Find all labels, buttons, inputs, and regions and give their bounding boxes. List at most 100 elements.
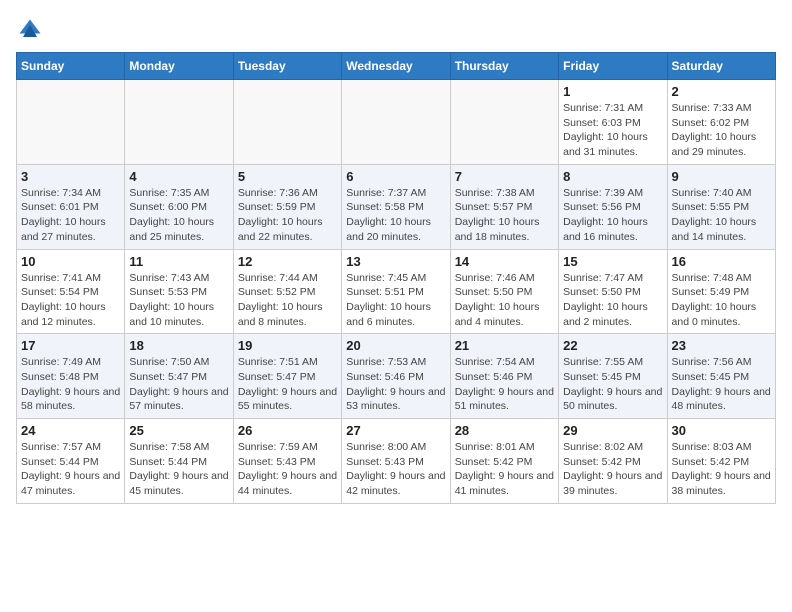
day-info: Sunrise: 7:34 AMSunset: 6:01 PMDaylight:… (21, 186, 120, 245)
calendar-cell: 26 Sunrise: 7:59 AMSunset: 5:43 PMDaylig… (233, 419, 341, 504)
calendar-cell: 13 Sunrise: 7:45 AMSunset: 5:51 PMDaylig… (342, 249, 450, 334)
weekday-header: Wednesday (342, 53, 450, 80)
calendar-cell: 8 Sunrise: 7:39 AMSunset: 5:56 PMDayligh… (559, 164, 667, 249)
day-info: Sunrise: 7:59 AMSunset: 5:43 PMDaylight:… (238, 440, 337, 499)
weekday-header: Tuesday (233, 53, 341, 80)
calendar-week-row: 17 Sunrise: 7:49 AMSunset: 5:48 PMDaylig… (17, 334, 776, 419)
day-number: 17 (21, 338, 120, 353)
calendar-cell: 6 Sunrise: 7:37 AMSunset: 5:58 PMDayligh… (342, 164, 450, 249)
day-info: Sunrise: 8:02 AMSunset: 5:42 PMDaylight:… (563, 440, 662, 499)
calendar-cell: 24 Sunrise: 7:57 AMSunset: 5:44 PMDaylig… (17, 419, 125, 504)
calendar-cell (233, 80, 341, 165)
weekday-header: Sunday (17, 53, 125, 80)
day-info: Sunrise: 7:33 AMSunset: 6:02 PMDaylight:… (672, 101, 771, 160)
day-info: Sunrise: 7:58 AMSunset: 5:44 PMDaylight:… (129, 440, 228, 499)
calendar-cell: 10 Sunrise: 7:41 AMSunset: 5:54 PMDaylig… (17, 249, 125, 334)
calendar-cell: 5 Sunrise: 7:36 AMSunset: 5:59 PMDayligh… (233, 164, 341, 249)
day-info: Sunrise: 7:36 AMSunset: 5:59 PMDaylight:… (238, 186, 337, 245)
day-number: 6 (346, 169, 445, 184)
calendar-cell: 23 Sunrise: 7:56 AMSunset: 5:45 PMDaylig… (667, 334, 775, 419)
day-info: Sunrise: 7:46 AMSunset: 5:50 PMDaylight:… (455, 271, 554, 330)
calendar-cell (125, 80, 233, 165)
calendar-cell: 22 Sunrise: 7:55 AMSunset: 5:45 PMDaylig… (559, 334, 667, 419)
day-info: Sunrise: 7:55 AMSunset: 5:45 PMDaylight:… (563, 355, 662, 414)
day-number: 24 (21, 423, 120, 438)
weekday-header: Saturday (667, 53, 775, 80)
day-info: Sunrise: 7:38 AMSunset: 5:57 PMDaylight:… (455, 186, 554, 245)
calendar-table: SundayMondayTuesdayWednesdayThursdayFrid… (16, 52, 776, 504)
day-info: Sunrise: 7:41 AMSunset: 5:54 PMDaylight:… (21, 271, 120, 330)
day-number: 29 (563, 423, 662, 438)
day-number: 10 (21, 254, 120, 269)
calendar-cell (342, 80, 450, 165)
day-info: Sunrise: 7:47 AMSunset: 5:50 PMDaylight:… (563, 271, 662, 330)
day-number: 27 (346, 423, 445, 438)
day-number: 15 (563, 254, 662, 269)
day-number: 1 (563, 84, 662, 99)
calendar-cell: 30 Sunrise: 8:03 AMSunset: 5:42 PMDaylig… (667, 419, 775, 504)
calendar-cell: 15 Sunrise: 7:47 AMSunset: 5:50 PMDaylig… (559, 249, 667, 334)
page-header (16, 16, 776, 44)
day-info: Sunrise: 7:57 AMSunset: 5:44 PMDaylight:… (21, 440, 120, 499)
calendar-header-row: SundayMondayTuesdayWednesdayThursdayFrid… (17, 53, 776, 80)
calendar-week-row: 1 Sunrise: 7:31 AMSunset: 6:03 PMDayligh… (17, 80, 776, 165)
calendar-cell: 20 Sunrise: 7:53 AMSunset: 5:46 PMDaylig… (342, 334, 450, 419)
calendar-cell: 19 Sunrise: 7:51 AMSunset: 5:47 PMDaylig… (233, 334, 341, 419)
day-info: Sunrise: 7:45 AMSunset: 5:51 PMDaylight:… (346, 271, 445, 330)
day-info: Sunrise: 7:39 AMSunset: 5:56 PMDaylight:… (563, 186, 662, 245)
calendar-week-row: 3 Sunrise: 7:34 AMSunset: 6:01 PMDayligh… (17, 164, 776, 249)
calendar-week-row: 10 Sunrise: 7:41 AMSunset: 5:54 PMDaylig… (17, 249, 776, 334)
day-number: 14 (455, 254, 554, 269)
day-number: 30 (672, 423, 771, 438)
calendar-cell: 27 Sunrise: 8:00 AMSunset: 5:43 PMDaylig… (342, 419, 450, 504)
day-number: 21 (455, 338, 554, 353)
day-info: Sunrise: 7:53 AMSunset: 5:46 PMDaylight:… (346, 355, 445, 414)
day-number: 9 (672, 169, 771, 184)
weekday-header: Monday (125, 53, 233, 80)
day-info: Sunrise: 8:01 AMSunset: 5:42 PMDaylight:… (455, 440, 554, 499)
day-number: 22 (563, 338, 662, 353)
calendar-cell: 7 Sunrise: 7:38 AMSunset: 5:57 PMDayligh… (450, 164, 558, 249)
day-info: Sunrise: 7:37 AMSunset: 5:58 PMDaylight:… (346, 186, 445, 245)
day-number: 26 (238, 423, 337, 438)
day-number: 20 (346, 338, 445, 353)
logo-icon (16, 16, 44, 44)
day-number: 23 (672, 338, 771, 353)
day-info: Sunrise: 7:51 AMSunset: 5:47 PMDaylight:… (238, 355, 337, 414)
day-number: 16 (672, 254, 771, 269)
day-number: 5 (238, 169, 337, 184)
day-number: 12 (238, 254, 337, 269)
day-info: Sunrise: 8:03 AMSunset: 5:42 PMDaylight:… (672, 440, 771, 499)
day-number: 11 (129, 254, 228, 269)
calendar-cell: 17 Sunrise: 7:49 AMSunset: 5:48 PMDaylig… (17, 334, 125, 419)
calendar-cell: 14 Sunrise: 7:46 AMSunset: 5:50 PMDaylig… (450, 249, 558, 334)
logo (16, 16, 48, 44)
day-number: 19 (238, 338, 337, 353)
day-number: 28 (455, 423, 554, 438)
calendar-cell: 28 Sunrise: 8:01 AMSunset: 5:42 PMDaylig… (450, 419, 558, 504)
weekday-header: Thursday (450, 53, 558, 80)
day-number: 4 (129, 169, 228, 184)
calendar-cell: 9 Sunrise: 7:40 AMSunset: 5:55 PMDayligh… (667, 164, 775, 249)
weekday-header: Friday (559, 53, 667, 80)
day-info: Sunrise: 7:43 AMSunset: 5:53 PMDaylight:… (129, 271, 228, 330)
day-number: 7 (455, 169, 554, 184)
day-info: Sunrise: 7:54 AMSunset: 5:46 PMDaylight:… (455, 355, 554, 414)
day-number: 13 (346, 254, 445, 269)
calendar-cell: 16 Sunrise: 7:48 AMSunset: 5:49 PMDaylig… (667, 249, 775, 334)
day-info: Sunrise: 7:44 AMSunset: 5:52 PMDaylight:… (238, 271, 337, 330)
day-number: 18 (129, 338, 228, 353)
calendar-cell: 1 Sunrise: 7:31 AMSunset: 6:03 PMDayligh… (559, 80, 667, 165)
day-info: Sunrise: 7:50 AMSunset: 5:47 PMDaylight:… (129, 355, 228, 414)
calendar-cell: 18 Sunrise: 7:50 AMSunset: 5:47 PMDaylig… (125, 334, 233, 419)
day-number: 25 (129, 423, 228, 438)
day-number: 2 (672, 84, 771, 99)
day-info: Sunrise: 7:49 AMSunset: 5:48 PMDaylight:… (21, 355, 120, 414)
calendar-cell (450, 80, 558, 165)
day-info: Sunrise: 7:48 AMSunset: 5:49 PMDaylight:… (672, 271, 771, 330)
day-info: Sunrise: 7:40 AMSunset: 5:55 PMDaylight:… (672, 186, 771, 245)
day-info: Sunrise: 7:31 AMSunset: 6:03 PMDaylight:… (563, 101, 662, 160)
day-info: Sunrise: 7:35 AMSunset: 6:00 PMDaylight:… (129, 186, 228, 245)
calendar-cell: 25 Sunrise: 7:58 AMSunset: 5:44 PMDaylig… (125, 419, 233, 504)
calendar-cell: 4 Sunrise: 7:35 AMSunset: 6:00 PMDayligh… (125, 164, 233, 249)
